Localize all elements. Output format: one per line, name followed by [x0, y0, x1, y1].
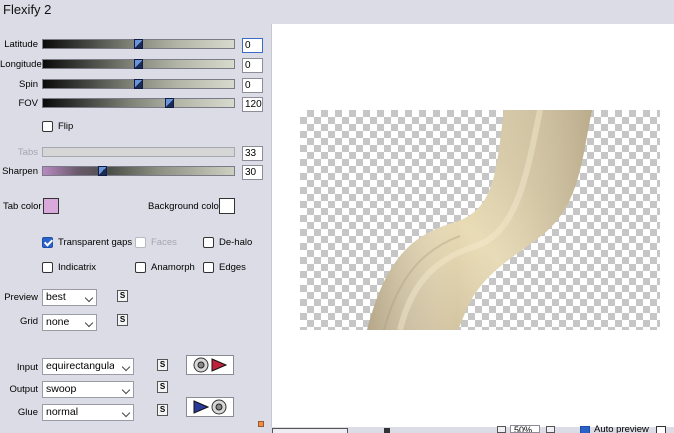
auto-preview-label: Auto preview	[594, 425, 649, 433]
input-label: Input	[16, 362, 38, 373]
window-title: Flexify 2	[3, 2, 52, 17]
tab-color-label: Tab color	[3, 201, 42, 212]
latitude-value-field[interactable]: 0	[242, 38, 263, 53]
fov-slider[interactable]	[42, 98, 235, 108]
chevron-down-icon	[121, 408, 131, 418]
sharpen-slider[interactable]	[42, 166, 235, 176]
output-file-button[interactable]	[186, 397, 234, 417]
output-projection-select[interactable]: swoop	[42, 381, 134, 398]
status-field	[272, 428, 348, 433]
tab-color-swatch[interactable]	[43, 198, 59, 214]
edges-checkbox-box[interactable]	[203, 262, 214, 273]
sharpen-label: Sharpen	[2, 166, 38, 177]
zoom-in-button[interactable]	[546, 426, 555, 433]
anamorph-label: Anamorph	[151, 262, 195, 273]
tabs-value-field[interactable]: 33	[242, 146, 263, 161]
edges-label: Edges	[219, 262, 246, 273]
fov-label: FOV	[18, 98, 38, 109]
grid-s-button[interactable]: S	[117, 314, 128, 326]
edges-checkbox[interactable]: Edges	[203, 262, 246, 273]
input-file-button[interactable]	[186, 355, 234, 375]
faces-checkbox: Faces	[135, 237, 177, 248]
faces-label: Faces	[151, 237, 177, 248]
de-halo-checkbox[interactable]: De-halo	[203, 237, 252, 248]
background-color-label: Background color	[148, 201, 222, 212]
flip-checkbox[interactable]: Flip	[42, 121, 73, 132]
preview-quality-value: best	[46, 291, 66, 303]
glue-s-button[interactable]: S	[157, 404, 168, 416]
grid-select[interactable]: none	[42, 314, 97, 331]
preview-s-button[interactable]: S	[117, 290, 128, 302]
transparent-gaps-checkbox-box[interactable]	[42, 237, 53, 248]
preview-quality-select[interactable]: best	[42, 289, 97, 306]
input-projection-select[interactable]: equirectangular	[42, 358, 134, 375]
latitude-slider-thumb[interactable]	[134, 39, 143, 49]
transparent-gaps-checkbox[interactable]: Transparent gaps	[42, 237, 132, 248]
fov-value-field[interactable]: 120	[242, 97, 263, 112]
disk-icon	[193, 357, 209, 373]
glue-label: Glue	[17, 407, 38, 418]
indicatrix-label: Indicatrix	[58, 262, 97, 273]
zoom-level-field[interactable]: 50%	[510, 425, 540, 433]
indicatrix-checkbox-box[interactable]	[42, 262, 53, 273]
spin-slider[interactable]	[42, 79, 235, 89]
preview-panel	[271, 24, 674, 427]
output-projection-value: swoop	[46, 383, 77, 395]
spin-slider-thumb[interactable]	[134, 79, 143, 89]
controls-panel: Latitude 0 Longitude 0 Spin 0 FOV 120 Fl…	[0, 24, 268, 433]
input-projection-value: equirectangular	[46, 360, 114, 372]
extra-checkbox[interactable]	[656, 426, 666, 433]
sharpen-value-field[interactable]: 30	[242, 165, 263, 180]
chevron-down-icon	[84, 293, 94, 303]
background-color-swatch[interactable]	[219, 198, 235, 214]
indicatrix-checkbox[interactable]: Indicatrix	[42, 262, 96, 273]
preview-image	[300, 110, 660, 330]
arrow-right-icon	[211, 358, 227, 372]
output-label: Output	[9, 384, 38, 395]
latitude-slider[interactable]	[42, 39, 235, 49]
chevron-down-icon	[121, 362, 131, 372]
anamorph-checkbox[interactable]: Anamorph	[135, 262, 195, 273]
faces-checkbox-box	[135, 237, 146, 248]
sharpen-slider-thumb[interactable]	[98, 166, 107, 176]
longitude-label: Longitude	[0, 59, 42, 70]
transparent-gaps-label: Transparent gaps	[58, 237, 133, 248]
pointer-icon[interactable]	[384, 428, 390, 433]
fov-slider-thumb[interactable]	[165, 98, 174, 108]
grid-value: none	[46, 316, 70, 328]
spin-value-field[interactable]: 0	[242, 78, 263, 93]
zoom-out-button[interactable]	[497, 426, 506, 433]
de-halo-label: De-halo	[219, 237, 253, 248]
glue-select[interactable]: normal	[42, 404, 134, 421]
chevron-down-icon	[84, 318, 94, 328]
anamorph-checkbox-box[interactable]	[135, 262, 146, 273]
swoop-render	[367, 110, 592, 330]
grid-label: Grid	[20, 316, 38, 327]
preview-label: Preview	[4, 292, 38, 303]
output-s-button[interactable]: S	[157, 381, 168, 393]
auto-preview-checkbox[interactable]	[580, 426, 590, 433]
longitude-value-field[interactable]: 0	[242, 58, 263, 73]
glue-value: normal	[46, 406, 79, 418]
chevron-down-icon	[121, 385, 131, 395]
arrow-right-icon	[193, 400, 209, 414]
flip-checkbox-box[interactable]	[42, 121, 53, 132]
spin-label: Spin	[18, 79, 38, 90]
flip-label: Flip	[58, 121, 74, 132]
tabs-label: Tabs	[17, 147, 38, 158]
longitude-slider[interactable]	[42, 59, 235, 69]
tabs-slider	[42, 147, 235, 157]
disk-icon	[211, 399, 227, 415]
de-halo-checkbox-box[interactable]	[203, 237, 214, 248]
resize-grip-icon[interactable]	[258, 421, 264, 427]
latitude-label: Latitude	[4, 39, 38, 50]
input-s-button[interactable]: S	[157, 359, 168, 371]
longitude-slider-thumb[interactable]	[134, 59, 143, 69]
